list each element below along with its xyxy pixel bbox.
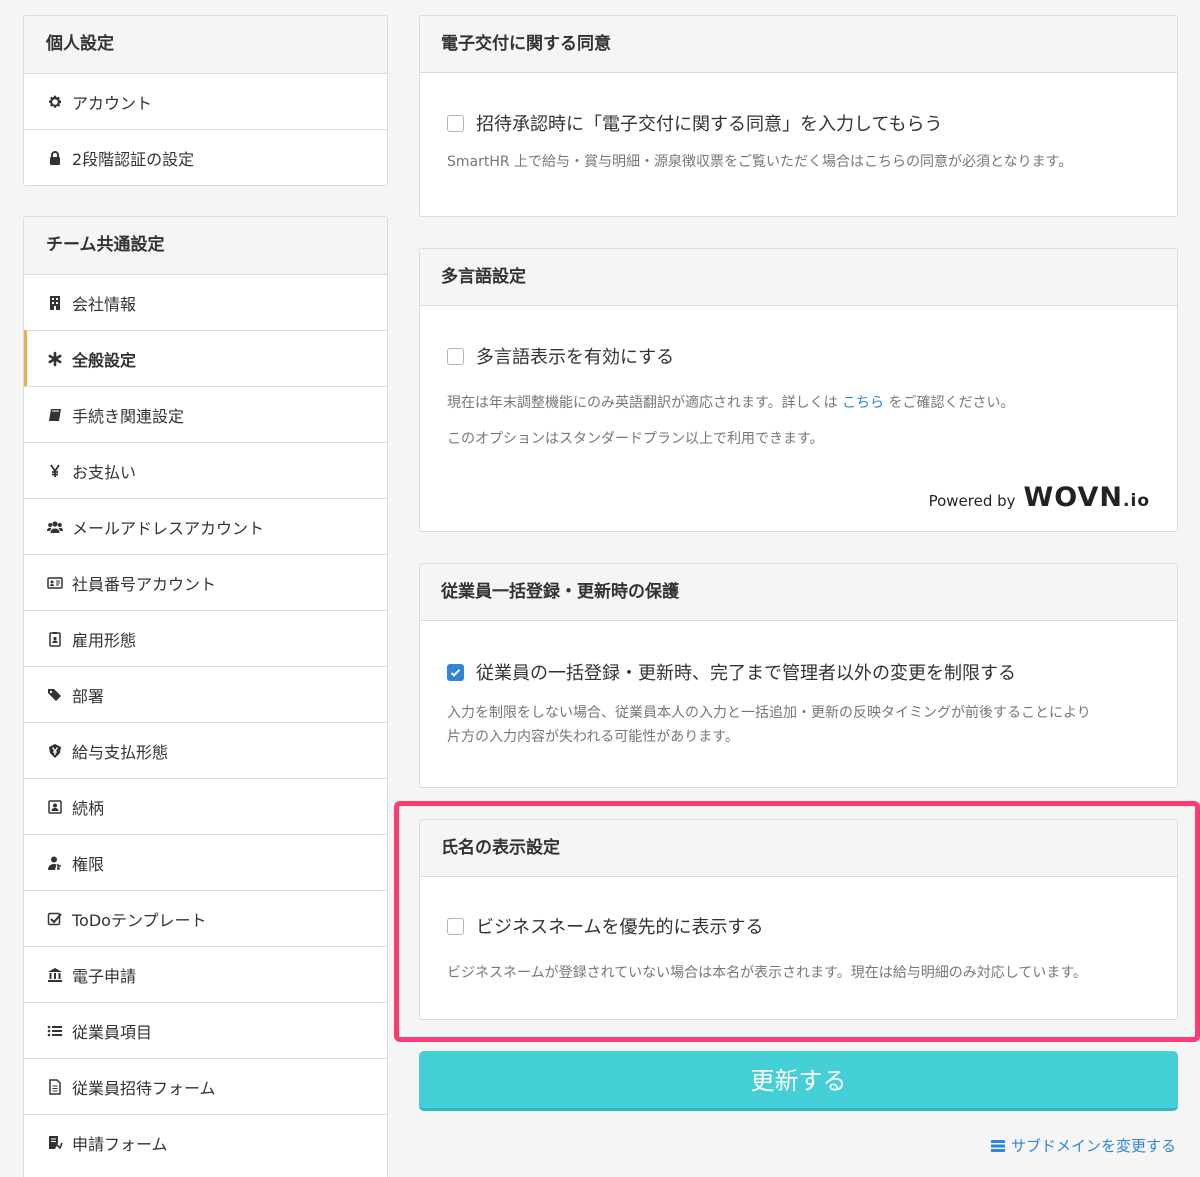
multilang-help-text: 現在は年末調整機能にのみ英語翻訳が適応されます。詳しくは こちら をご確認くださ… [447, 391, 1150, 415]
sidebar-item-label: 全般設定 [72, 350, 137, 370]
bulk-protection-help-2: 片方の入力内容が失われる可能性があります。 [447, 729, 739, 745]
sidebar-item-employment-type[interactable]: 雇用形態 [24, 610, 387, 666]
sidebar-item-permissions[interactable]: 権限 [24, 834, 387, 890]
sidebar-item-label: ToDoテンプレート [72, 910, 207, 930]
consent-checkbox[interactable] [447, 114, 464, 132]
multilang-checkbox[interactable] [447, 347, 464, 365]
sidebar-item-label: お支払い [72, 462, 137, 482]
multilang-checkbox-label: 多言語表示を有効にする [476, 347, 675, 368]
sidebar-item-label: 権限 [72, 854, 105, 874]
yen-shield-icon [46, 742, 64, 760]
sidebar-item-departments[interactable]: 部署 [24, 666, 387, 722]
sidebar-item-label: 従業員招待フォーム [72, 1078, 216, 1098]
team-settings-card: チーム共通設定 会社情報 全般設定 手続き関連設定 お支払い メールアドレスアカ… [23, 216, 388, 1177]
sidebar-item-label: 手続き関連設定 [72, 406, 185, 426]
tags-icon [46, 686, 64, 704]
bank-icon [46, 966, 64, 984]
contact-icon [46, 798, 64, 816]
sidebar-item-label: 続柄 [72, 798, 105, 818]
sidebar-item-general[interactable]: 全般設定 [24, 330, 387, 386]
name-display-checkbox[interactable] [447, 917, 464, 935]
wovn-powered-by: Powered by WOVN.io [929, 482, 1150, 513]
sidebar-item-todo-templates[interactable]: ToDoテンプレート [24, 890, 387, 946]
consent-panel-title: 電子交付に関する同意 [420, 16, 1177, 73]
update-button[interactable]: 更新する [419, 1051, 1178, 1111]
yen-icon [46, 462, 64, 480]
document-icon [46, 1078, 64, 1096]
bulk-protection-help-1: 入力を制限をしない場合、従業員本人の入力と一括追加・更新の反映タイミングが前後す… [447, 705, 1091, 721]
sidebar-item-employee-number-accounts[interactable]: 社員番号アカウント [24, 554, 387, 610]
sidebar-item-2fa[interactable]: 2段階認証の設定 [24, 129, 387, 185]
consent-checkbox-label: 招待承認時に「電子交付に関する同意」を入力してもらう [476, 114, 943, 135]
user-key-icon [46, 854, 64, 872]
sidebar-item-label: 給与支払形態 [72, 742, 169, 762]
sidebar-item-company[interactable]: 会社情報 [24, 274, 387, 330]
name-display-checkbox-row[interactable]: ビジネスネームを優先的に表示する [447, 913, 1150, 939]
users-icon [46, 518, 64, 536]
multilang-panel: 多言語設定 多言語表示を有効にする 現在は年末調整機能にのみ英語翻訳が適応されま… [419, 248, 1178, 532]
wovn-logo-main: WOVN [1023, 482, 1124, 513]
sidebar-item-request-forms[interactable]: 申請フォーム [24, 1114, 387, 1170]
gear-icon [46, 93, 64, 111]
sidebar-item-label: 会社情報 [72, 294, 137, 314]
sidebar-item-employee-fields[interactable]: 従業員項目 [24, 1002, 387, 1058]
name-display-checkbox-label: ビジネスネームを優先的に表示する [476, 917, 764, 938]
sidebar-item-account[interactable]: アカウント [24, 73, 387, 129]
consent-panel: 電子交付に関する同意 招待承認時に「電子交付に関する同意」を入力してもらう Sm… [419, 15, 1178, 217]
sidebar-item-label: 従業員項目 [72, 1022, 153, 1042]
sidebar-item-label: 2段階認証の設定 [72, 149, 195, 169]
asterisk-icon [46, 350, 64, 368]
name-display-panel: 氏名の表示設定 ビジネスネームを優先的に表示する ビジネスネームが登録されていな… [419, 819, 1178, 1020]
building-icon [46, 294, 64, 312]
sidebar-item-label: 申請フォーム [72, 1134, 168, 1154]
id-card-icon [46, 574, 64, 592]
name-display-help-text: ビジネスネームが登録されていない場合は本名が表示されます。現在は給与明細のみ対応… [447, 965, 1087, 981]
sidebar-item-label: 雇用形態 [72, 630, 137, 650]
personal-settings-title: 個人設定 [24, 16, 387, 73]
wovn-logo: WOVN.io [1024, 482, 1150, 513]
lock-icon [46, 149, 64, 167]
bulk-protection-checkbox-label: 従業員の一括登録・更新時、完了まで管理者以外の変更を制限する [476, 663, 1016, 684]
wovn-logo-suffix: .io [1123, 491, 1150, 511]
multilang-panel-title: 多言語設定 [420, 249, 1177, 306]
sidebar-item-label: メールアドレスアカウント [72, 518, 265, 538]
checkbox-icon [46, 910, 64, 928]
team-settings-title: チーム共通設定 [24, 217, 387, 274]
sidebar-item-label: アカウント [72, 93, 153, 113]
multilang-checkbox-row[interactable]: 多言語表示を有効にする [447, 343, 1150, 369]
name-display-panel-title: 氏名の表示設定 [420, 820, 1177, 877]
consent-checkbox-row[interactable]: 招待承認時に「電子交付に関する同意」を入力してもらう [447, 110, 1150, 136]
personal-settings-card: 個人設定 アカウント 2段階認証の設定 [23, 15, 388, 186]
server-icon [989, 1137, 1007, 1155]
bulk-protection-checkbox[interactable] [447, 663, 464, 681]
badge-icon [46, 630, 64, 648]
change-subdomain-link[interactable]: サブドメインを変更する [989, 1135, 1176, 1156]
bulk-protection-panel: 従業員一括登録・更新時の保護 従業員の一括登録・更新時、完了まで管理者以外の変更… [419, 563, 1178, 788]
sidebar-item-label: 部署 [72, 686, 105, 706]
sidebar-item-label: 電子申請 [72, 966, 137, 986]
book-icon [46, 406, 64, 424]
sidebar-item-procedures[interactable]: 手続き関連設定 [24, 386, 387, 442]
powered-by-text: Powered by [928, 492, 1016, 510]
multilang-plan-note: このオプションはスタンダードプラン以上で利用できます。 [447, 431, 824, 447]
checkmark-icon [450, 668, 461, 677]
form-icon [46, 1134, 64, 1152]
bulk-protection-panel-title: 従業員一括登録・更新時の保護 [420, 564, 1177, 621]
sidebar-item-pay-type[interactable]: 給与支払形態 [24, 722, 387, 778]
bulk-protection-checkbox-row[interactable]: 従業員の一括登録・更新時、完了まで管理者以外の変更を制限する [447, 659, 1150, 685]
sidebar-item-label: 社員番号アカウント [72, 574, 217, 594]
sidebar-item-invite-form[interactable]: 従業員招待フォーム [24, 1058, 387, 1114]
sidebar-item-e-filing[interactable]: 電子申請 [24, 946, 387, 1002]
sidebar-item-email-accounts[interactable]: メールアドレスアカウント [24, 498, 387, 554]
sidebar-item-payment[interactable]: お支払い [24, 442, 387, 498]
multilang-help-before: 現在は年末調整機能にのみ英語翻訳が適応されます。詳しくは [447, 395, 838, 411]
consent-help-text: SmartHR 上で給与・賞与明細・源泉徴収票をご覧いただく場合はこちらの同意が… [447, 154, 1073, 170]
multilang-help-link[interactable]: こちら [842, 395, 884, 411]
sidebar-item-relationship[interactable]: 続柄 [24, 778, 387, 834]
list-icon [46, 1022, 64, 1040]
change-subdomain-label: サブドメインを変更する [1010, 1137, 1176, 1155]
multilang-help-after: をご確認ください。 [888, 395, 1015, 411]
